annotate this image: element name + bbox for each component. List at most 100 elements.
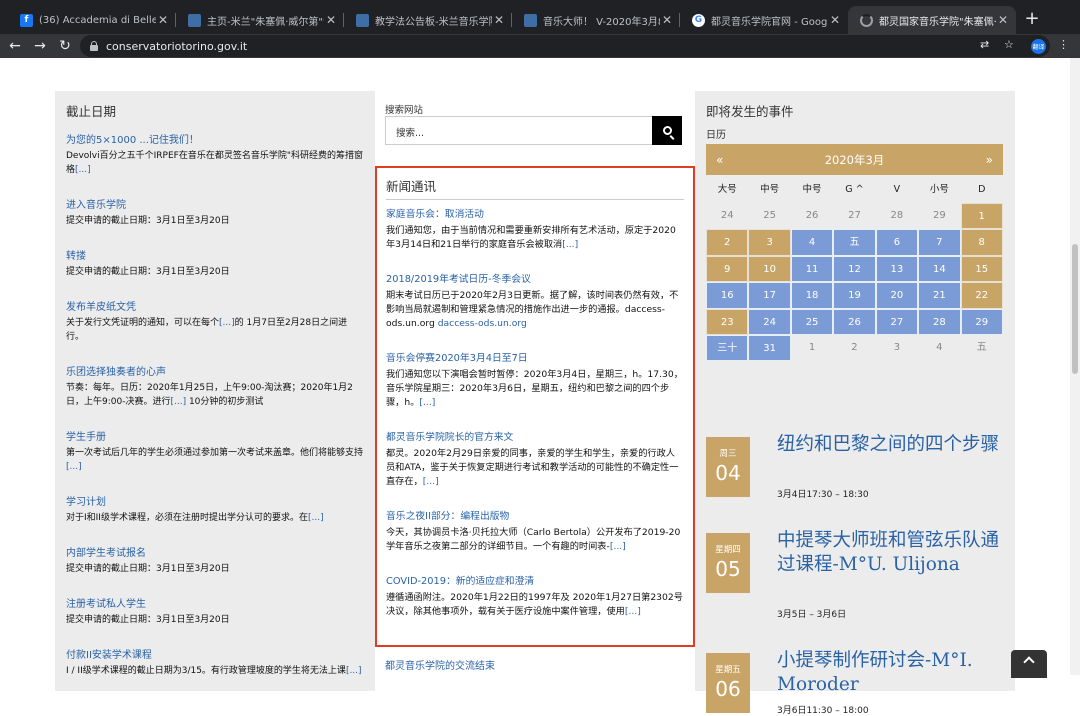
deadline-title[interactable]: 注册考试私人学生 [66, 598, 364, 612]
bookmark-star-icon[interactable]: ☆ [1004, 38, 1014, 51]
news-title[interactable]: 家庭音乐会：取消活动 [386, 208, 684, 222]
next-month-button[interactable]: » [986, 153, 993, 167]
deadline-title[interactable]: 内部学生考试报名 [66, 547, 364, 561]
read-more-link[interactable]: [...] [170, 397, 186, 407]
calendar-day[interactable]: 19 [833, 282, 876, 309]
deadlines-heading: 截止日期 [66, 104, 117, 119]
events-panel: 即将发生的事件 日历 « 2020年3月 » 大号 中号 中号 G ^ V 小号 D 24 2… [695, 91, 1015, 716]
read-more-link[interactable]: [...] [423, 476, 439, 487]
calendar-day[interactable]: 17 [748, 282, 791, 309]
forward-icon[interactable]: → [31, 37, 49, 55]
deadline-title[interactable]: 进入音乐学院 [66, 199, 364, 213]
news-link[interactable]: 都灵音乐学院的交流结束 [385, 657, 495, 672]
calendar-day[interactable]: 13 [875, 255, 919, 283]
scrollbar-thumb[interactable] [1072, 244, 1078, 374]
browser-tab[interactable]: 音乐大师！ V-2020年3月8日 ✕ [512, 6, 680, 34]
calendar-day[interactable]: 18 [790, 282, 834, 309]
browser-tab[interactable]: 教学法公告板-米兰音乐学院" ✕ [344, 6, 512, 34]
event-date: 周三 04 [706, 437, 750, 497]
translate-icon[interactable]: ⇄ [980, 38, 989, 51]
calendar-day[interactable]: 12 [833, 255, 876, 283]
calendar-day[interactable]: 28 [918, 308, 961, 335]
browser-tab[interactable]: f (36) Accademia di Belle Arti d ✕ [8, 6, 176, 34]
read-more-link[interactable]: [...] [219, 318, 235, 328]
deadline-title[interactable]: 发布羊皮纸文凭 [66, 301, 364, 315]
site-icon [524, 13, 537, 27]
read-more-link[interactable]: [...] [66, 462, 82, 472]
deadline-title[interactable]: 为您的5×1000 ...记住我们！ [66, 134, 364, 148]
new-tab-icon[interactable]: + [1022, 8, 1042, 29]
site-icon [356, 13, 369, 27]
browser-tab-active[interactable]: 都灵国家音乐学院"朱塞佩·韦 ✕ [848, 6, 1016, 34]
search-input[interactable]: 搜索... [385, 116, 653, 145]
calendar-day[interactable]: 29 [960, 308, 1003, 335]
news-item: COVID-2019：新的适应症和澄清 遵循通函附注。2020年1月22日的19… [386, 575, 684, 617]
back-to-top-button[interactable] [1011, 650, 1047, 678]
browser-tab[interactable]: G 都灵音乐学院官网 - Google 搜 ✕ [680, 6, 848, 34]
deadline-title[interactable]: 转搂 [66, 250, 364, 264]
calendar-day[interactable]: 25 [790, 308, 834, 335]
calendar-day[interactable]: 6 [875, 229, 919, 256]
deadline-item: 付款II安装学术课程 I / II级学术课程的截止日期为3/15。有行政管理坡度… [66, 649, 364, 678]
reload-icon[interactable]: ↻ [56, 37, 74, 55]
deadline-title[interactable]: 学习计划 [66, 496, 364, 510]
browser-toolbar: ← → ↻ conservatoriotorino.gov.it ⇄ ☆ 翻译 … [0, 34, 1080, 58]
read-more-link[interactable]: [...] [419, 397, 435, 408]
calendar-day: 25 [763, 210, 776, 221]
menu-icon[interactable]: ⋮ [1058, 38, 1069, 51]
calendar-day[interactable]: 31 [748, 334, 791, 362]
address-bar[interactable]: conservatoriotorino.gov.it [80, 35, 1050, 57]
calendar-day[interactable]: 16 [706, 282, 749, 309]
calendar-day[interactable]: 27 [875, 308, 919, 335]
calendar-day[interactable]: 24 [748, 308, 791, 335]
news-title[interactable]: 音乐会停赛2020年3月4日至7日 [386, 352, 684, 366]
calendar-day[interactable]: 21 [918, 282, 961, 309]
browser-tab[interactable]: 主页-米兰"朱塞佩·威尔第"音 ✕ [176, 6, 344, 34]
calendar-day: 10 [748, 255, 791, 283]
close-icon[interactable]: ✕ [492, 13, 506, 27]
news-item: 家庭音乐会：取消活动 我们通知您，由于当前情况和需要重新安排所有艺术活动，原定于… [386, 208, 684, 252]
event-time: 3月4日17:30 – 18:30 [777, 490, 869, 500]
scrollbar[interactable] [1070, 58, 1080, 675]
deadline-item: 转搂 提交申请的截止日期：3月1日至3月20日 [66, 250, 364, 279]
event-title[interactable]: 中提琴大师班和管弦乐队通过课程-M°U. Ulijona [777, 529, 1007, 577]
news-title[interactable]: COVID-2019：新的适应症和澄清 [386, 575, 684, 589]
calendar-day: 15 [960, 255, 1003, 283]
deadline-title[interactable]: 乐团选择独奏者的心声 [66, 366, 364, 380]
news-title[interactable]: 音乐之夜II部分：编程出版物 [386, 510, 684, 524]
calendar-weekday: 中号 [802, 184, 822, 195]
calendar-weekday: G ^ [845, 184, 864, 195]
close-icon[interactable]: ✕ [324, 13, 338, 27]
read-more-link[interactable]: [...] [562, 239, 578, 250]
news-link[interactable]: daccess-ods.un.org [438, 318, 527, 329]
close-icon[interactable]: ✕ [156, 13, 170, 27]
back-icon[interactable]: ← [6, 37, 24, 55]
news-title[interactable]: 2018/2019年考试日历-冬季会议 [386, 273, 684, 287]
prev-month-button[interactable]: « [716, 153, 723, 167]
calendar-day[interactable]: 14 [918, 255, 961, 283]
calendar-day[interactable]: 三十 [706, 334, 749, 362]
calendar-day[interactable]: 五 [833, 229, 876, 256]
close-icon[interactable]: ✕ [996, 13, 1010, 27]
deadline-title[interactable]: 付款II安装学术课程 [66, 649, 364, 663]
read-more-link[interactable]: [...] [610, 541, 626, 552]
event-title[interactable]: 小提琴制作研讨会-M°I. Moroder [777, 649, 1007, 697]
calendar-day[interactable]: 7 [918, 229, 961, 256]
deadline-title[interactable]: 学生手册 [66, 431, 364, 445]
search-button[interactable] [652, 116, 682, 145]
event-title[interactable]: 纽约和巴黎之间的四个步骤 [777, 433, 1007, 457]
read-more-link[interactable]: [...] [308, 513, 324, 523]
read-more-link[interactable]: [...] [75, 165, 91, 175]
avatar[interactable]: 翻译 [1031, 39, 1046, 54]
deadline-item: 进入音乐学院 提交申请的截止日期：3月1日至3月20日 [66, 199, 364, 228]
read-more-link[interactable]: [...] [625, 606, 641, 617]
close-icon[interactable]: ✕ [828, 13, 842, 27]
close-icon[interactable]: ✕ [660, 13, 674, 27]
calendar-day[interactable]: 26 [833, 308, 876, 335]
search-icon [662, 126, 672, 135]
deadline-item: 注册考试私人学生 提交申请的截止日期：3月1日至3月20日 [66, 598, 364, 627]
calendar-day[interactable]: 20 [875, 282, 919, 309]
news-title[interactable]: 都灵音乐学院院长的官方来文 [386, 431, 684, 445]
calendar-day[interactable]: 11 [790, 255, 834, 283]
calendar-day[interactable]: 4 [790, 229, 834, 256]
